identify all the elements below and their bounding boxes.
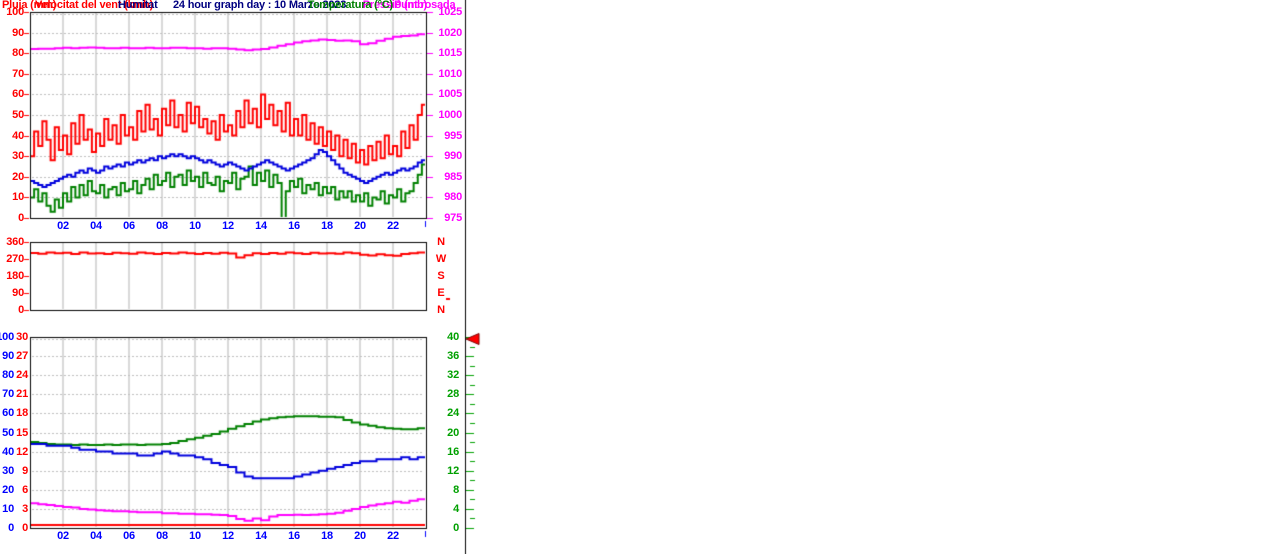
temp-left-axis-tick-label: 12 bbox=[16, 445, 28, 458]
humidity-axis-title: Humitat bbox=[118, 0, 158, 11]
direction-axis-letter: S bbox=[437, 270, 445, 282]
pressure-axis-tick-label: 1005 bbox=[438, 88, 462, 101]
green-axis-tick-label: 0 bbox=[453, 522, 459, 534]
hour-tick-label: 10 bbox=[189, 530, 201, 542]
pressure-axis-tick-label: 1000 bbox=[438, 109, 462, 121]
temperature-axis-title: Temperatura (°C) bbox=[307, 0, 394, 11]
direction-axis-letter: E bbox=[437, 287, 445, 299]
hour-tick-label: 02 bbox=[57, 220, 69, 232]
green-axis-tick-label: 36 bbox=[447, 350, 459, 363]
green-axis-tick-label: 40 bbox=[447, 331, 459, 343]
pressure-axis-tick-label: 1025 bbox=[438, 6, 462, 18]
temp-left-axis-tick-label: 24 bbox=[16, 369, 28, 382]
hour-tick-label: 14 bbox=[255, 530, 267, 542]
temp-left-axis-tick-label: 6 bbox=[22, 483, 28, 496]
hour-tick-label: 16 bbox=[288, 220, 300, 232]
pressure-axis-tick-label: 1010 bbox=[438, 67, 462, 80]
hour-tick-label: 10 bbox=[189, 220, 201, 232]
green-axis-tick-label: 16 bbox=[447, 445, 459, 458]
direction-axis-tick-label: 360 bbox=[6, 236, 24, 248]
hour-tick-label: 12 bbox=[222, 220, 234, 232]
temp-left-axis-tick-label: 15 bbox=[16, 426, 28, 439]
direction-axis-letter: N bbox=[437, 236, 445, 248]
wind-axis-tick-label: 50 bbox=[12, 109, 24, 121]
wind-axis-tick-label: 30 bbox=[12, 150, 24, 163]
wind-axis-tick-label: 80 bbox=[12, 47, 24, 60]
green-axis-tick-label: 20 bbox=[447, 426, 459, 439]
graph-canvas bbox=[0, 0, 1280, 554]
hour-tick-label: 22 bbox=[387, 530, 399, 542]
direction-axis-tick-label: 180 bbox=[6, 270, 24, 282]
temp-left-axis-tick-label: 21 bbox=[16, 388, 28, 401]
wind-axis-tick-label: 10 bbox=[12, 191, 24, 204]
hour-tick-label: 06 bbox=[123, 530, 135, 542]
pressure-axis-tick-label: 975 bbox=[444, 212, 462, 224]
weather-graph-window: Velocitat del vent (kmh) 24 hour graph d… bbox=[0, 0, 1280, 554]
temp-left-axis-tick-label: 0 bbox=[22, 522, 28, 534]
hour-tick-label: 04 bbox=[90, 530, 102, 542]
wind-axis-tick-label: 40 bbox=[12, 129, 24, 142]
direction-axis-letter: N bbox=[437, 304, 445, 316]
hour-tick-label: 18 bbox=[321, 220, 333, 232]
hour-tick-label: 20 bbox=[354, 530, 366, 542]
green-axis-tick-label: 32 bbox=[447, 369, 459, 382]
wind-axis-tick-label: 0 bbox=[18, 212, 24, 224]
hour-tick-label: 18 bbox=[321, 530, 333, 542]
hour-tick-label: 08 bbox=[156, 530, 168, 542]
hour-tick-label: 08 bbox=[156, 220, 168, 232]
hour-tick-label: 04 bbox=[90, 220, 102, 232]
pressure-axis-tick-label: 980 bbox=[444, 191, 462, 204]
wind-axis-tick-label: 20 bbox=[12, 170, 24, 183]
temp-left-axis-tick-label: 18 bbox=[16, 407, 28, 420]
direction-axis-tick-label: 0 bbox=[18, 304, 24, 316]
wind-axis-tick-label: 70 bbox=[12, 67, 24, 80]
hour-tick-label: 22 bbox=[387, 220, 399, 232]
green-axis-tick-label: 24 bbox=[447, 407, 459, 420]
green-axis-tick-label: 12 bbox=[447, 464, 459, 477]
hour-tick-label: 02 bbox=[57, 530, 69, 542]
wind-axis-tick-label: 90 bbox=[12, 26, 24, 39]
direction-axis-tick-label: 90 bbox=[12, 287, 24, 299]
green-axis-tick-label: 28 bbox=[447, 388, 459, 401]
pressure-axis-tick-label: 1020 bbox=[438, 26, 462, 39]
temp-left-axis-tick-label: 27 bbox=[16, 350, 28, 363]
green-axis-tick-label: 8 bbox=[453, 483, 459, 496]
hour-tick-label: 20 bbox=[354, 220, 366, 232]
hour-tick-label: 14 bbox=[255, 220, 267, 232]
direction-axis-letter: W bbox=[435, 253, 447, 265]
temp-left-axis-tick-label: 3 bbox=[22, 502, 28, 515]
pressure-axis-tick-label: 990 bbox=[444, 150, 462, 163]
wind-axis-tick-label: 100 bbox=[6, 6, 24, 18]
temp-left-axis-tick-label: 9 bbox=[22, 464, 28, 477]
wind-axis-tick-label: 60 bbox=[12, 88, 24, 101]
green-axis-tick-label: 4 bbox=[453, 502, 459, 515]
pressure-axis-tick-label: 1015 bbox=[438, 47, 462, 60]
pressure-axis-tick-label: 985 bbox=[444, 170, 462, 183]
pressure-axis-tick-label: 995 bbox=[444, 129, 462, 142]
direction-axis-tick-label: 270 bbox=[6, 253, 24, 265]
temp-left-axis-tick-label: 30 bbox=[16, 331, 28, 343]
hour-tick-label: 06 bbox=[123, 220, 135, 232]
hour-tick-label: 16 bbox=[288, 530, 300, 542]
hour-tick-label: 12 bbox=[222, 530, 234, 542]
